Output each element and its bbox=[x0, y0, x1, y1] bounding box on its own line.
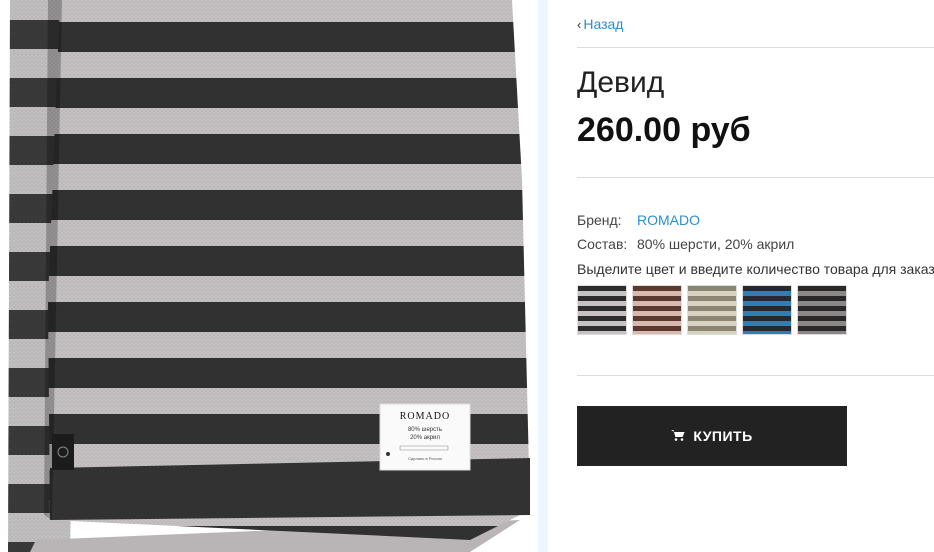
brand-link[interactable]: ROMADO bbox=[637, 212, 700, 228]
label-brand: ROMADO bbox=[400, 411, 450, 422]
chevron-left-icon: ‹ bbox=[577, 17, 582, 32]
label-line2: 20% акрил bbox=[410, 435, 440, 441]
product-price: 260.00 руб bbox=[577, 111, 751, 149]
divider bbox=[577, 47, 934, 48]
brand-row: Бренд: ROMADO bbox=[577, 212, 700, 228]
buy-button-label: КУПИТЬ bbox=[693, 428, 753, 444]
color-swatch-brown-pink[interactable] bbox=[632, 285, 682, 335]
composition-row: Состав: 80% шерсти, 20% акрил bbox=[577, 236, 794, 252]
color-swatch-beige-grey[interactable] bbox=[687, 285, 737, 335]
product-image: ROMADO 80% шерсть 20% акрил Сделано в Ро… bbox=[0, 0, 548, 552]
color-swatches bbox=[577, 285, 847, 335]
product-info: ‹ Назад Девид 260.00 руб Бренд: ROMADO Сос… bbox=[577, 0, 934, 552]
shopping-cart-icon bbox=[671, 428, 685, 444]
buy-button[interactable]: КУПИТЬ bbox=[577, 406, 847, 466]
color-hint: Выделите цвет и введите количество товар… bbox=[577, 261, 934, 277]
composition-value: 80% шерсти, 20% акрил bbox=[637, 236, 795, 252]
label-line3: Сделано в России bbox=[408, 456, 442, 461]
back-link-label: Назад bbox=[583, 16, 624, 32]
color-swatch-dark-grey[interactable] bbox=[797, 285, 847, 335]
scarf-photo: ROMADO 80% шерсть 20% акрил Сделано в Ро… bbox=[8, 0, 530, 552]
brand-label: Бренд: bbox=[577, 212, 622, 228]
divider bbox=[577, 177, 934, 178]
product-title: Девид bbox=[577, 66, 665, 99]
color-swatch-black-grey[interactable] bbox=[577, 285, 627, 335]
composition-label: Состав: bbox=[577, 236, 628, 252]
image-border bbox=[538, 0, 548, 552]
divider bbox=[577, 375, 934, 376]
label-line1: 80% шерсть bbox=[408, 427, 442, 433]
color-swatch-blue-black[interactable] bbox=[742, 285, 792, 335]
back-link[interactable]: ‹ Назад bbox=[577, 16, 623, 32]
